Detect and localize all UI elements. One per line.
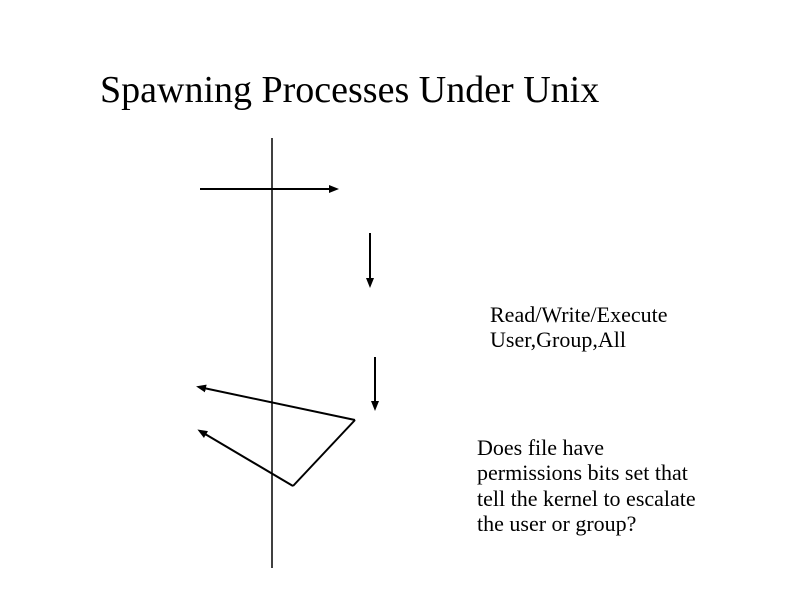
arrow-diagonal-lower: [200, 431, 293, 486]
arrow-diagonal-upper: [199, 387, 355, 420]
escalation-question: Does file have permissions bits set that…: [477, 435, 697, 536]
permissions-line2: User,Group,All: [490, 327, 626, 352]
v-shape-right: [293, 420, 355, 486]
permissions-label: Read/Write/Execute User,Group,All: [490, 302, 667, 353]
permissions-line1: Read/Write/Execute: [490, 302, 667, 327]
